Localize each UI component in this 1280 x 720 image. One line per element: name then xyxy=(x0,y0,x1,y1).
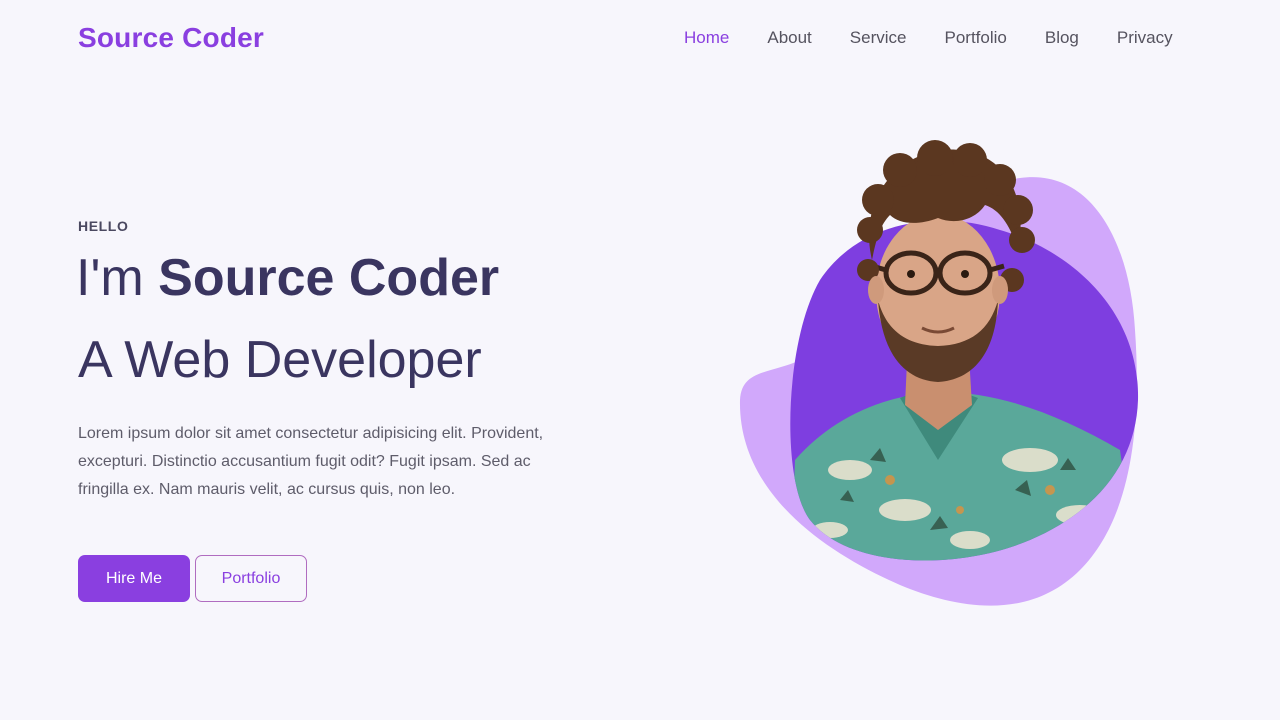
nav-item-about[interactable]: About xyxy=(767,27,811,49)
main-nav: Home About Service Portfolio Blog Privac… xyxy=(684,27,1173,49)
hero-eyebrow: HELLO xyxy=(78,218,129,234)
hero-description: Lorem ipsum dolor sit amet consectetur a… xyxy=(78,425,544,498)
hero-title-prefix: I'm xyxy=(76,249,159,307)
hire-me-button[interactable]: Hire Me xyxy=(78,555,190,602)
hero-buttons: Hire Me Portfolio xyxy=(78,555,307,602)
hero-subtitle: A Web Developer xyxy=(78,331,482,389)
hero-portrait xyxy=(739,140,1139,606)
portfolio-button[interactable]: Portfolio xyxy=(195,555,307,602)
hero-title-name: Source Coder xyxy=(158,249,500,307)
page: Source Coder Home About Service Portfoli… xyxy=(0,0,1280,720)
site-logo[interactable]: Source Coder xyxy=(78,22,264,54)
nav-item-service[interactable]: Service xyxy=(850,27,907,49)
nav-item-home[interactable]: Home xyxy=(684,27,729,49)
nav-item-blog[interactable]: Blog xyxy=(1045,27,1079,49)
hero-title: I'm Source Coder xyxy=(76,246,499,310)
nav-item-privacy[interactable]: Privacy xyxy=(1117,27,1173,49)
nav-item-portfolio[interactable]: Portfolio xyxy=(944,27,1006,49)
